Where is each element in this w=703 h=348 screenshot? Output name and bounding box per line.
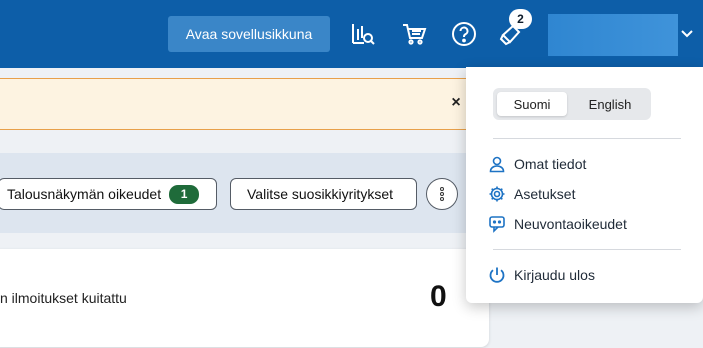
menu-item-label: Kirjaudu ulos [514,267,595,283]
support-chat-icon [488,215,506,233]
menu-item-label: Neuvontaoikeudet [514,216,627,232]
chart-search-icon[interactable] [349,20,377,48]
user-icon [488,155,506,173]
language-option-english[interactable]: English [575,92,645,116]
finance-rights-label: Talousnäkymän oikeudet [7,186,162,202]
card-value: 0 [430,280,447,313]
menu-item-logout[interactable]: Kirjaudu ulos [488,264,688,286]
menu-item-label: Asetukset [514,186,576,202]
finance-rights-button[interactable]: Talousnäkymän oikeudet 1 [0,178,217,210]
more-vertical-icon [440,187,444,201]
menu-divider [493,138,681,139]
notifications-badge: 2 [509,9,532,29]
menu-item-label: Omat tiedot [514,156,587,172]
cart-icon[interactable] [400,20,428,48]
menu-item-settings[interactable]: Asetukset [488,183,688,205]
user-name-area[interactable] [548,14,678,56]
chevron-down-icon[interactable] [680,27,694,41]
language-option-suomi[interactable]: Suomi [497,92,567,116]
select-favorites-label: Valitse suosikkiyritykset [247,186,394,202]
menu-item-profile[interactable]: Omat tiedot [488,153,688,175]
more-options-button[interactable] [426,178,458,210]
help-icon[interactable] [450,20,478,48]
card-label: n ilmoitukset kuitattu [0,290,127,306]
menu-item-advice-rights[interactable]: Neuvontaoikeudet [488,213,688,235]
menu-divider [493,249,681,250]
power-icon [488,266,506,284]
select-favorites-button[interactable]: Valitse suosikkiyritykset [230,178,417,210]
close-icon[interactable]: × [449,94,463,111]
alert-banner [0,78,468,130]
finance-rights-count: 1 [169,184,200,204]
open-app-window-button[interactable]: Avaa sovellusikkuna [168,16,330,52]
gear-icon [488,185,506,203]
